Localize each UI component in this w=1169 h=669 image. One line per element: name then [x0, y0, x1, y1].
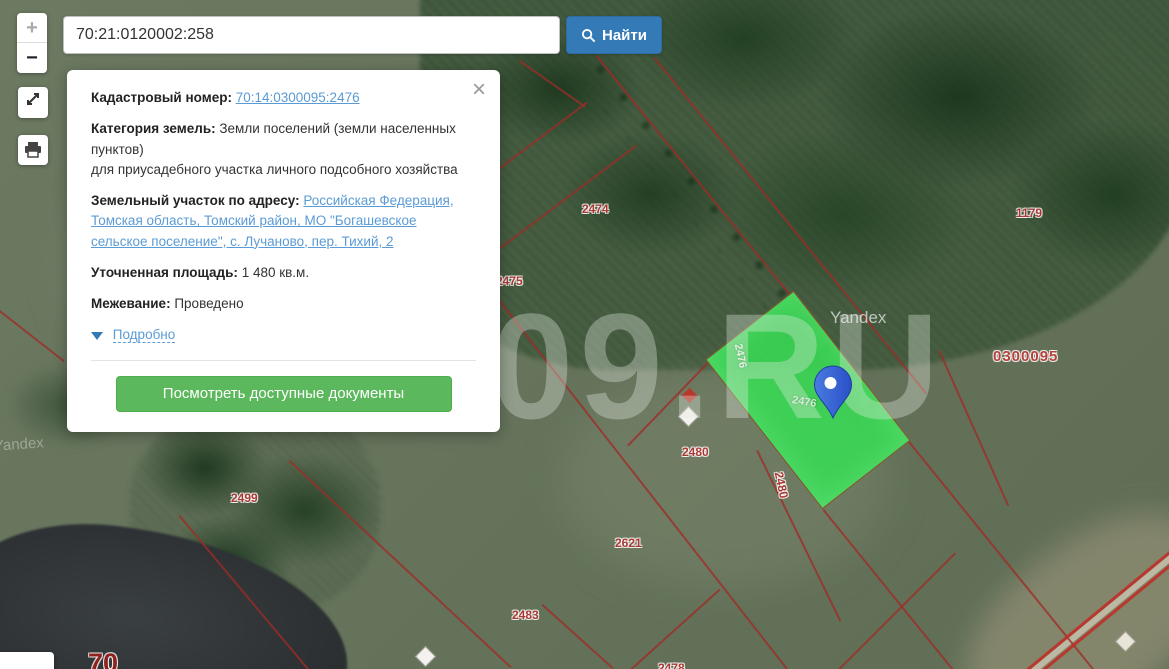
- cadastral-number-row: Кадастровый номер: 70:14:0300095:2476: [91, 88, 476, 108]
- area-row: Уточненная площадь: 1 480 кв.м.: [91, 263, 476, 283]
- caret-down-icon: [91, 331, 103, 340]
- zoom-control: + −: [17, 13, 47, 73]
- survey-label: Межевание:: [91, 296, 171, 311]
- road-boundary-line: [1026, 550, 1169, 669]
- parcel-label: 2621: [615, 536, 642, 550]
- forest-texture-left: [130, 405, 380, 615]
- boundary-line: [938, 350, 1010, 507]
- boundary-line: [288, 460, 512, 669]
- printer-icon: [25, 142, 41, 158]
- search-icon: [581, 28, 596, 42]
- parcel-label: 2499: [231, 491, 258, 505]
- find-button-label: Найти: [602, 26, 647, 44]
- parcel-info-popup: × Кадастровый номер: 70:14:0300095:2476 …: [67, 70, 500, 432]
- boundary-line: [0, 310, 65, 363]
- search-input[interactable]: [63, 16, 560, 54]
- yandex-watermark-secondary: Yandex: [0, 434, 45, 455]
- view-documents-button[interactable]: Посмотреть доступные документы: [115, 375, 452, 412]
- expand-diagonal-icon: [27, 93, 39, 105]
- address-label: Земельный участок по адресу:: [91, 193, 300, 208]
- dirt-patch: [930, 475, 1169, 669]
- boundary-line: [178, 515, 310, 669]
- zoom-out-button[interactable]: −: [17, 43, 47, 73]
- boundary-line: [497, 101, 588, 171]
- region-label-cutoff: 70: [88, 648, 119, 669]
- close-icon[interactable]: ×: [472, 78, 486, 102]
- map-pin[interactable]: [812, 364, 854, 420]
- yandex-watermark: Yandex: [830, 308, 887, 327]
- cadastral-map-app: 2476 2476 09.RU Yandex Yandex 2474 2475 …: [0, 0, 1169, 669]
- area-value: 1 480 кв.м.: [241, 264, 310, 280]
- fullscreen-button[interactable]: [18, 87, 48, 118]
- parcel-label: 2480: [682, 445, 709, 459]
- details-link[interactable]: Подробно: [112, 327, 176, 344]
- cutoff-control-button[interactable]: [0, 652, 54, 669]
- details-row: Подробно: [91, 325, 476, 345]
- area-label: Уточненная площадь:: [91, 264, 238, 280]
- boundary-line: [838, 552, 957, 669]
- building-marker: [1114, 630, 1137, 653]
- parcel-label: 2475: [496, 274, 523, 288]
- survey-row: Межевание: Проведено: [91, 294, 476, 314]
- survey-value: Проведено: [174, 296, 244, 311]
- zoom-in-button[interactable]: +: [17, 13, 47, 43]
- selected-parcel-highlight[interactable]: [705, 290, 911, 510]
- map-pin-icon: [813, 365, 853, 420]
- parcel-label: 2474: [582, 202, 609, 216]
- popup-divider: [91, 359, 476, 361]
- boundary-line: [822, 509, 954, 669]
- building-roof-marker: [681, 387, 698, 404]
- address-row: Земельный участок по адресу: Российская …: [91, 191, 476, 252]
- parcel-label: 2483: [512, 608, 539, 622]
- parcel-label: 2478: [658, 661, 685, 669]
- parcel-label-rotated: 2480: [771, 470, 791, 500]
- boundary-line: [627, 358, 712, 447]
- print-button[interactable]: [18, 135, 48, 165]
- cadastral-number-label: Кадастровый номер:: [91, 90, 232, 105]
- find-button[interactable]: Найти: [566, 16, 662, 54]
- cadastral-number-link[interactable]: 70:14:0300095:2476: [236, 90, 360, 105]
- land-category-row: Категория земель: Земли поселений (земли…: [91, 119, 476, 180]
- building-marker: [414, 645, 437, 668]
- boundary-line: [541, 604, 614, 669]
- parcel-label: 1179: [1016, 206, 1043, 220]
- road-boundary-line: [1040, 559, 1169, 669]
- building-marker: [677, 405, 700, 428]
- boundary-line: [630, 588, 721, 669]
- land-category-label: Категория земель:: [91, 121, 216, 137]
- road-surface: [1031, 553, 1169, 669]
- boundary-line: [518, 60, 586, 108]
- cadastral-quarter-label: 0300095: [993, 348, 1059, 365]
- land-use-value: для приусадебного участка личного подсоб…: [91, 161, 458, 177]
- lake: [0, 509, 360, 669]
- boundary-line: [500, 144, 637, 249]
